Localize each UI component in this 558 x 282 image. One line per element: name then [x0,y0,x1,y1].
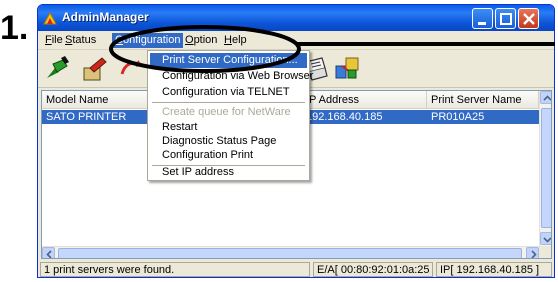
vertical-scroll-thumb[interactable] [541,108,551,228]
menu-option-label: ption [193,34,218,46]
menu-help-mnemonic: H [224,34,232,46]
menu-item-set-ip-address[interactable]: Set IP address [150,165,307,180]
scroll-left-button[interactable] [42,247,55,258]
minimize-button[interactable] [472,8,493,29]
chevron-up-icon [543,95,551,101]
menu-item-configuration-via-web-browser[interactable]: Configuration via Web Browser [150,69,313,84]
menu-file-mnemonic: F [45,34,52,46]
cell-ip-address: 192.168.40.185 [306,111,383,123]
menu-item-print-server-configuration[interactable]: Print Server Configuration... [150,53,307,68]
minimize-icon [478,22,486,25]
menu-option[interactable]: Option [182,33,220,48]
cell-print-server-name: PR010A25 [431,111,485,123]
status-mac-address: E/A[ 00:80:92:01:0a:25 ] [313,262,433,277]
maximize-icon [500,13,512,25]
status-ip-address: IP[ 192.168.40.185 ] [436,262,552,277]
settings-icon [83,57,107,81]
menu-help-label: elp [231,34,247,46]
window-title: AdminManager [62,10,149,24]
menu-bar: File Status Configuration Option Help [38,31,554,50]
scroll-up-button[interactable] [540,91,551,104]
search-button[interactable] [43,54,73,84]
scroll-right-button[interactable] [526,247,539,258]
search-icon [47,56,69,78]
cell-model-name: SATO PRINTER [46,111,127,123]
title-bar[interactable]: AdminManager [38,5,554,31]
close-button[interactable] [518,8,539,29]
menu-configuration-mnemonic: C [115,34,123,46]
refresh-button[interactable] [116,54,146,84]
menu-separator [152,102,305,103]
step-number: 1. [0,9,29,47]
menu-option-mnemonic: O [185,34,194,46]
scroll-down-button[interactable] [540,232,551,245]
menu-item-create-queue-netware: Create queue for NetWare [162,106,291,118]
chevron-left-icon [46,250,52,258]
chevron-down-icon [543,237,551,243]
settings-button[interactable] [80,54,110,84]
app-icon [42,10,58,26]
menu-status[interactable]: Status [62,33,99,48]
menu-configuration[interactable]: Configuration [112,33,184,48]
set-ip-icon [335,57,359,79]
horizontal-scroll-thumb[interactable] [58,248,522,258]
status-bar: 1 print servers were found. E/A[ 00:80:9… [38,260,554,277]
column-ip-address[interactable]: IP Address [302,91,427,109]
menu-item-configuration-via-telnet[interactable]: Configuration via TELNET [150,85,307,100]
admin-manager-window: AdminManager File Status Configuration O… [37,4,555,278]
refresh-icon [120,60,142,75]
set-ip-button[interactable] [332,54,362,84]
configuration-dropdown-menu: Print Server Configuration... Configurat… [147,50,313,181]
column-print-server-name[interactable]: Print Server Name [427,91,539,109]
maximize-button[interactable] [495,8,516,29]
vertical-scrollbar[interactable] [539,91,551,246]
menu-configuration-label: onfiguration [122,34,181,46]
menu-item-diagnostic-status-page[interactable]: Diagnostic Status Page [150,134,307,149]
horizontal-scrollbar[interactable] [42,246,539,258]
menu-help[interactable]: Help [221,33,250,48]
menu-item-configuration-print[interactable]: Configuration Print [150,148,307,163]
menu-status-label: tatus [72,34,97,46]
scrollbar-corner [539,246,551,258]
menu-item-restart[interactable]: Restart [150,120,307,135]
close-icon [523,13,535,25]
status-message: 1 print servers were found. [40,262,310,277]
